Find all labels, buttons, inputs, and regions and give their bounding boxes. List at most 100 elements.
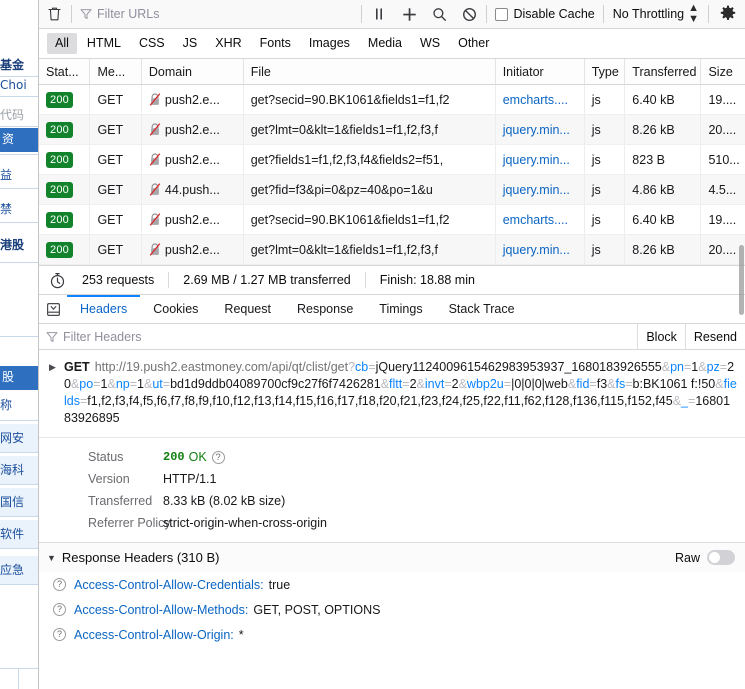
pause-icon[interactable]: [364, 0, 394, 28]
insecure-lock-icon: [149, 153, 161, 166]
network-toolbar: Filter URLs Disable Cache No Throttling …: [39, 0, 745, 29]
request-table: Stat... Me... Domain File Initiator Type…: [39, 59, 745, 315]
table-row[interactable]: 200 GET push2.e... get?fields1=f1,f2,f3,f4&…: [39, 145, 745, 175]
type-filter-bar: All HTML CSS JS XHR Fonts Images Media W…: [39, 29, 745, 59]
tab-headers[interactable]: Headers: [67, 295, 141, 323]
cell-type: js: [585, 235, 626, 264]
resend-button[interactable]: Resend: [684, 323, 745, 350]
bg-text-name: 称: [0, 398, 13, 412]
help-icon[interactable]: ?: [211, 450, 225, 464]
help-icon[interactable]: ?: [53, 603, 66, 616]
type-filter-js[interactable]: JS: [175, 33, 206, 54]
type-filter-all[interactable]: All: [47, 33, 77, 54]
block-icon[interactable]: [454, 0, 484, 28]
cell-transferred: 6.40 kB: [625, 85, 702, 114]
cell-status: 200: [39, 145, 91, 174]
table-scrollbar-thumb[interactable]: [739, 245, 744, 315]
help-icon[interactable]: ?: [53, 578, 66, 591]
table-row[interactable]: 200 GET 44.push... get?fid=f3&pi=0&pz=40&po…: [39, 175, 745, 205]
request-url-block: ▶ GET http://19.push2.eastmoney.com/api/q…: [39, 350, 745, 438]
tab-timings[interactable]: Timings: [366, 295, 435, 323]
block-button[interactable]: Block: [637, 323, 685, 350]
cell-initiator[interactable]: jquery.min...: [496, 115, 585, 144]
header-name: Access-Control-Allow-Credentials:: [74, 577, 264, 592]
type-filter-fonts[interactable]: Fonts: [252, 33, 299, 54]
bg-row-haike: 海科: [0, 456, 38, 484]
column-header-initiator[interactable]: Initiator: [496, 59, 585, 84]
cell-initiator[interactable]: jquery.min...: [496, 145, 585, 174]
column-header-type[interactable]: Type: [585, 59, 626, 84]
column-header-method[interactable]: Me...: [90, 59, 142, 84]
cell-initiator[interactable]: jquery.min...: [496, 235, 585, 264]
bg-band-stock: 股: [0, 366, 38, 390]
header-name: Access-Control-Allow-Methods:: [74, 602, 249, 617]
column-header-size[interactable]: Size: [701, 59, 745, 84]
cell-method: GET: [90, 115, 142, 144]
cell-size: 19....: [708, 92, 737, 107]
column-header-status[interactable]: Stat...: [39, 59, 91, 84]
header-value: *: [238, 627, 244, 642]
raw-label: Raw: [674, 550, 700, 565]
response-header-row[interactable]: ? Access-Control-Allow-Credentials: true: [39, 572, 745, 597]
disable-cache-label: Disable Cache: [513, 7, 595, 21]
cell-file: get?fid=f3&pi=0&pz=40&po=1&u: [244, 175, 496, 204]
bg-row-guoxin: 国信: [0, 488, 38, 516]
expand-triangle-icon[interactable]: ▶: [49, 362, 60, 372]
summary-transferred: 2.69 MB / 1.27 MB transferred: [183, 273, 351, 287]
status-code: 200: [163, 450, 185, 464]
response-header-row[interactable]: ? Access-Control-Allow-Methods: GET, POST,…: [39, 597, 745, 622]
tab-stack-trace[interactable]: Stack Trace: [436, 295, 528, 323]
plus-icon[interactable]: [394, 0, 424, 28]
filter-headers-input[interactable]: Filter Headers: [63, 330, 142, 344]
status-badge: 200: [46, 91, 73, 108]
type-filter-css[interactable]: CSS: [131, 33, 173, 54]
throttling-select[interactable]: No Throttling ▲ ▼: [606, 0, 706, 28]
summary-finish: Finish: 18.88 min: [379, 273, 475, 287]
referrer-policy-row: Referrer Policy strict-origin-when-cross…: [39, 512, 745, 534]
type-filter-other[interactable]: Other: [450, 33, 497, 54]
column-header-domain[interactable]: Domain: [142, 59, 244, 84]
type-filter-images[interactable]: Images: [301, 33, 358, 54]
cell-initiator[interactable]: jquery.min...: [496, 175, 585, 204]
disable-cache-checkbox[interactable]: Disable Cache: [489, 0, 600, 28]
column-header-transferred[interactable]: Transferred: [625, 59, 702, 84]
type-filter-media[interactable]: Media: [360, 33, 410, 54]
cell-status: 200: [39, 205, 91, 234]
filter-urls-input[interactable]: Filter URLs: [74, 3, 359, 25]
insecure-lock-icon: [149, 123, 161, 136]
type-filter-xhr[interactable]: XHR: [207, 33, 249, 54]
cell-initiator[interactable]: emcharts....: [496, 85, 585, 114]
help-icon[interactable]: ?: [53, 628, 66, 641]
gear-icon[interactable]: [711, 0, 745, 28]
disable-cache-box[interactable]: [495, 7, 509, 21]
response-headers-bar[interactable]: ▼ Response Headers (310 B) Raw: [39, 542, 745, 572]
devtools-network-panel: Filter URLs Disable Cache No Throttling …: [38, 0, 745, 689]
trash-icon[interactable]: [39, 0, 69, 28]
table-row[interactable]: 200 GET push2.e... get?lmt=0&klt=1&fields1=…: [39, 235, 745, 265]
cell-transferred: 8.26 kB: [625, 235, 702, 264]
table-row[interactable]: 200 GET push2.e... get?lmt=0&klt=1&fields1=…: [39, 115, 745, 145]
tab-response[interactable]: Response: [284, 295, 366, 323]
panel-toggle-icon[interactable]: [39, 295, 67, 323]
insecure-lock-icon: [149, 93, 161, 106]
header-name: Access-Control-Allow-Origin:: [74, 627, 234, 642]
search-icon[interactable]: [424, 0, 454, 28]
collapse-triangle-icon[interactable]: ▼: [47, 553, 56, 563]
column-header-file[interactable]: File: [244, 59, 496, 84]
referrer-policy-value: strict-origin-when-cross-origin: [163, 516, 327, 530]
table-row[interactable]: 200 GET push2.e... get?secid=90.BK1061&fiel…: [39, 85, 745, 115]
response-header-row[interactable]: ? Access-Control-Allow-Origin: *: [39, 622, 745, 647]
request-url-text[interactable]: GET http://19.push2.eastmoney.com/api/qt/…: [64, 359, 737, 427]
table-row[interactable]: 200 GET push2.e... get?secid=90.BK1061&fiel…: [39, 205, 745, 235]
type-filter-ws[interactable]: WS: [412, 33, 448, 54]
type-filter-html[interactable]: HTML: [79, 33, 129, 54]
referrer-policy-label: Referrer Policy: [88, 516, 171, 530]
cell-initiator[interactable]: emcharts....: [496, 205, 585, 234]
stopwatch-icon: [45, 272, 68, 289]
tab-request[interactable]: Request: [211, 295, 284, 323]
tab-cookies[interactable]: Cookies: [140, 295, 211, 323]
bg-text-fund: 基金: [0, 58, 25, 72]
request-url-base: http://19.push2.eastmoney.com/api/qt/cli…: [94, 360, 349, 374]
summary-requests: 253 requests: [82, 273, 155, 287]
raw-toggle[interactable]: [707, 550, 735, 565]
